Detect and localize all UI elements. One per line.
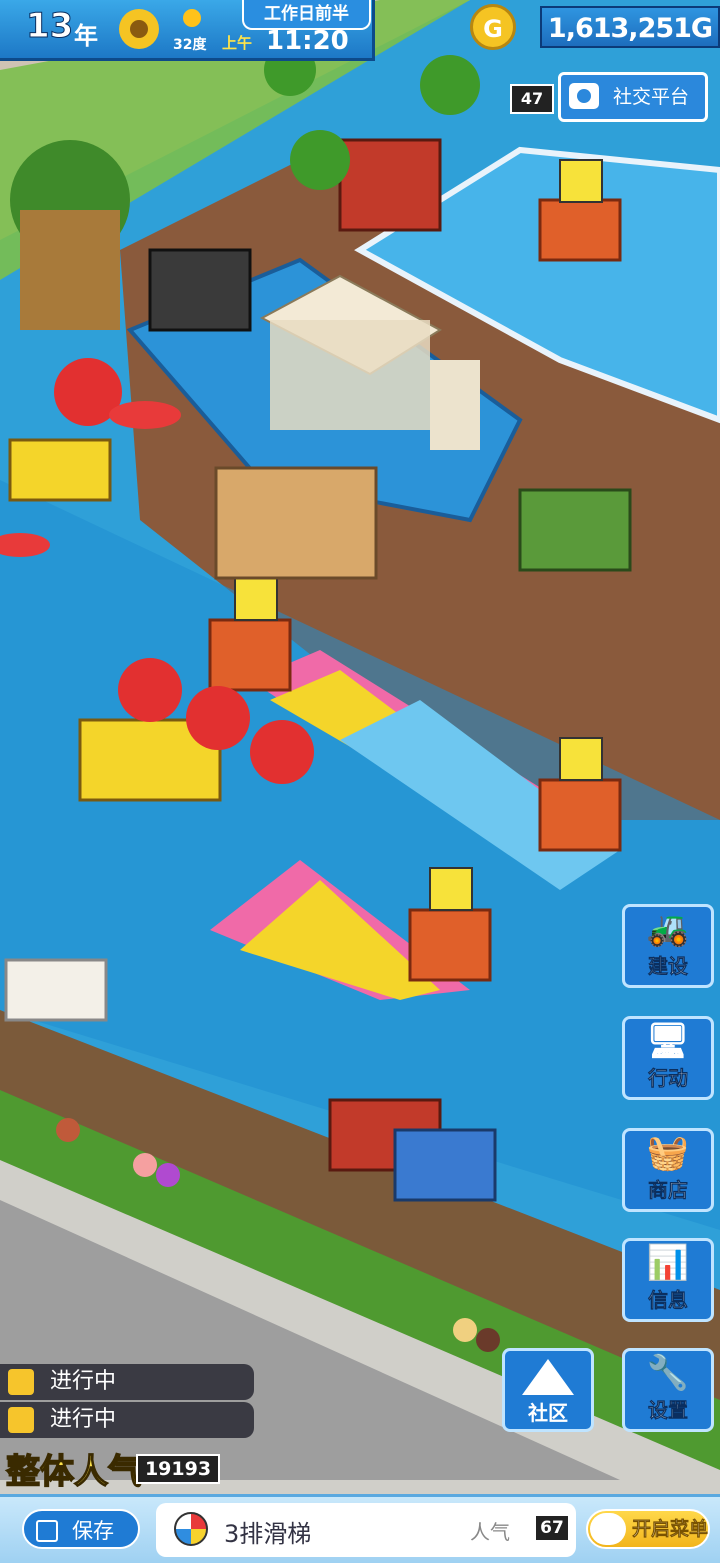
popularity-label: 整体人气	[5, 1451, 143, 1493]
settings-button[interactable]: 🔧 设置	[622, 1348, 714, 1432]
facility-popularity-label: 人气	[470, 1520, 510, 1544]
changing-hut[interactable]	[214, 466, 378, 580]
treehouse[interactable]	[10, 140, 130, 330]
selected-facility-panel[interactable]: 3排滑梯 人气 67	[156, 1503, 576, 1557]
facility-name: 3排滑梯	[224, 1520, 312, 1548]
wrench-icon: 🔧	[646, 1353, 690, 1393]
trophy-icon	[8, 1407, 34, 1433]
year-number: 13	[25, 6, 74, 47]
save-icon	[36, 1520, 58, 1542]
sunflower-icon	[119, 9, 159, 49]
food-stall[interactable]	[518, 488, 632, 572]
shop-button[interactable]: 🧺 商店	[622, 1128, 714, 1212]
social-label: 社交平台	[613, 86, 690, 108]
game-scene[interactable]	[0, 0, 720, 1560]
sun-icon	[183, 9, 201, 27]
clock-time: 11:20	[266, 26, 349, 56]
am-pm: 上午	[222, 34, 253, 52]
bottom-bar: 保存 3排滑梯 人气 67 开启菜单	[0, 1494, 720, 1563]
open-menu-toggle[interactable]: 开启菜单	[586, 1509, 710, 1549]
computer-icon: 🖥	[646, 1021, 690, 1061]
parasol	[109, 401, 181, 429]
community-button[interactable]: 社区	[502, 1348, 594, 1432]
chicken-stand[interactable]	[338, 138, 442, 232]
shopping-basket-icon: 🧺	[646, 1133, 690, 1173]
toggle-knob	[590, 1513, 626, 1545]
money-panel: G 1,613,251G	[470, 0, 720, 54]
rest-house[interactable]	[4, 958, 108, 1022]
trophy-icon	[8, 1369, 34, 1395]
progress-item[interactable]: 进行中	[0, 1364, 254, 1400]
save-button[interactable]: 保存	[22, 1509, 140, 1549]
social-platform-button[interactable]: 社交平台	[558, 72, 708, 122]
overall-popularity: 整体人气 19193	[0, 1442, 230, 1493]
facility-popularity-value: 67	[536, 1516, 568, 1540]
info-button[interactable]: 📊 信息	[622, 1238, 714, 1322]
notification-badge: 47	[510, 84, 554, 114]
build-button[interactable]: 🚜 建设	[622, 904, 714, 988]
gold-coin-icon: G	[470, 4, 516, 50]
popularity-value: 19193	[136, 1454, 220, 1484]
camera-icon	[569, 83, 599, 109]
progress-item[interactable]: 进行中	[0, 1402, 254, 1438]
action-button[interactable]: 🖥 行动	[622, 1016, 714, 1100]
year-unit: 年	[74, 22, 98, 50]
bar-stall[interactable]	[148, 248, 252, 332]
bar-chart-icon: 📊	[646, 1243, 690, 1283]
community-label: 社区	[528, 1401, 568, 1425]
temperature: 32度	[173, 37, 207, 53]
money-value: 1,613,251G	[540, 6, 720, 48]
excavator-icon: 🚜	[646, 909, 690, 949]
triangle-flag-icon	[522, 1359, 574, 1395]
period-label: 工作日前半	[242, 0, 371, 30]
striped-kiosk[interactable]	[393, 1128, 497, 1202]
beach-ball-icon	[174, 1512, 208, 1546]
